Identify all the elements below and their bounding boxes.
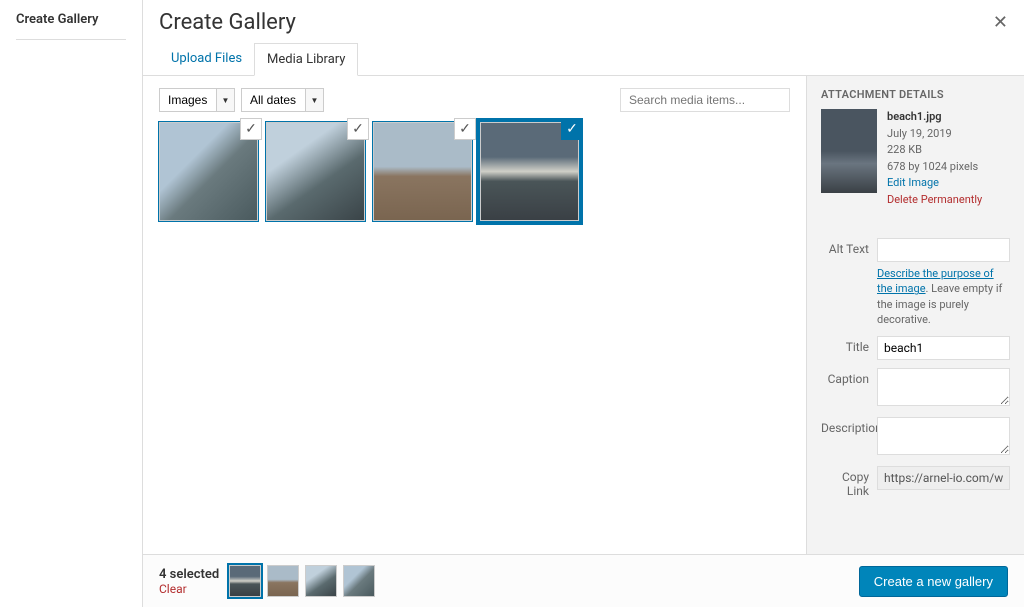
copy-link-input[interactable]: [877, 466, 1010, 490]
attachment-meta: beach1.jpg July 19, 2019 228 KB 678 by 1…: [887, 109, 982, 208]
filter-type[interactable]: Images ▼: [159, 88, 235, 112]
media-library-area: Images ▼ All dates ▼ ✓: [143, 76, 806, 554]
search-input[interactable]: [620, 88, 790, 112]
selection-tray: [229, 565, 375, 597]
copy-link-label: Copy Link: [821, 466, 877, 498]
media-thumbnail[interactable]: ✓: [480, 122, 579, 221]
field-title: Title: [821, 336, 1010, 360]
check-icon[interactable]: ✓: [454, 118, 476, 140]
selection-info: 4 selected Clear: [159, 567, 219, 596]
selection-thumb[interactable]: [305, 565, 337, 597]
alt-text-help: Describe the purpose of the image. Leave…: [877, 266, 1010, 328]
tab-upload-files[interactable]: Upload Files: [159, 43, 254, 75]
selection-thumb[interactable]: [229, 565, 261, 597]
attachment-size: 228 KB: [887, 142, 982, 159]
field-alt-text: Alt Text Describe the purpose of the ima…: [821, 238, 1010, 328]
left-panel-title: Create Gallery: [16, 12, 126, 40]
left-panel: Create Gallery: [0, 0, 143, 607]
media-thumbnail[interactable]: ✓: [266, 122, 365, 221]
field-copy-link: Copy Link: [821, 466, 1010, 498]
edit-image-link[interactable]: Edit Image: [887, 175, 982, 192]
filter-type-select[interactable]: Images: [159, 88, 217, 112]
create-gallery-modal: Create Gallery Create Gallery ✕ Upload F…: [0, 0, 1024, 607]
selection-thumb[interactable]: [267, 565, 299, 597]
tabs: Upload Files Media Library: [143, 43, 1024, 76]
toolbar: Images ▼ All dates ▼: [159, 88, 790, 112]
media-thumbnail[interactable]: ✓: [159, 122, 258, 221]
filters: Images ▼ All dates ▼: [159, 88, 324, 112]
footer-left: 4 selected Clear: [159, 565, 375, 597]
alt-text-label: Alt Text: [821, 238, 877, 328]
filter-date-select[interactable]: All dates: [241, 88, 306, 112]
field-description: Description: [821, 417, 1010, 458]
page-title: Create Gallery: [159, 10, 1008, 43]
check-icon[interactable]: ✓: [240, 118, 262, 140]
thumbnail-grid: ✓ ✓ ✓ ✓: [159, 122, 790, 221]
title-label: Title: [821, 336, 877, 360]
filter-date[interactable]: All dates ▼: [241, 88, 324, 112]
title-input[interactable]: [877, 336, 1010, 360]
modal-header: Create Gallery ✕: [143, 0, 1024, 43]
check-icon[interactable]: ✓: [561, 118, 583, 140]
attachment-dimensions: 678 by 1024 pixels: [887, 159, 982, 176]
description-label: Description: [821, 417, 877, 458]
delete-permanently-link[interactable]: Delete Permanently: [887, 192, 982, 209]
selection-thumb[interactable]: [343, 565, 375, 597]
check-icon[interactable]: ✓: [347, 118, 369, 140]
media-thumbnail[interactable]: ✓: [373, 122, 472, 221]
main-area: Create Gallery ✕ Upload Files Media Libr…: [143, 0, 1024, 607]
chevron-down-icon: ▼: [306, 88, 324, 112]
content-area: Images ▼ All dates ▼ ✓: [143, 76, 1024, 555]
chevron-down-icon: ▼: [217, 88, 235, 112]
attachment-date: July 19, 2019: [887, 126, 982, 143]
clear-selection-link[interactable]: Clear: [159, 582, 219, 596]
create-gallery-button[interactable]: Create a new gallery: [859, 566, 1008, 597]
attachment-summary: beach1.jpg July 19, 2019 228 KB 678 by 1…: [821, 109, 1010, 208]
attachment-preview: [821, 109, 877, 193]
description-input[interactable]: [877, 417, 1010, 455]
selected-count: 4 selected: [159, 567, 219, 582]
field-caption: Caption: [821, 368, 1010, 409]
close-icon[interactable]: ✕: [993, 12, 1008, 33]
attachment-details-sidebar: ATTACHMENT DETAILS beach1.jpg July 19, 2…: [806, 76, 1024, 554]
alt-text-input[interactable]: [877, 238, 1010, 262]
caption-label: Caption: [821, 368, 877, 409]
attachment-filename: beach1.jpg: [887, 109, 982, 126]
modal-footer: 4 selected Clear Create a new gallery: [143, 555, 1024, 607]
sidebar-heading: ATTACHMENT DETAILS: [821, 88, 1010, 101]
tab-media-library[interactable]: Media Library: [254, 43, 358, 76]
caption-input[interactable]: [877, 368, 1010, 406]
